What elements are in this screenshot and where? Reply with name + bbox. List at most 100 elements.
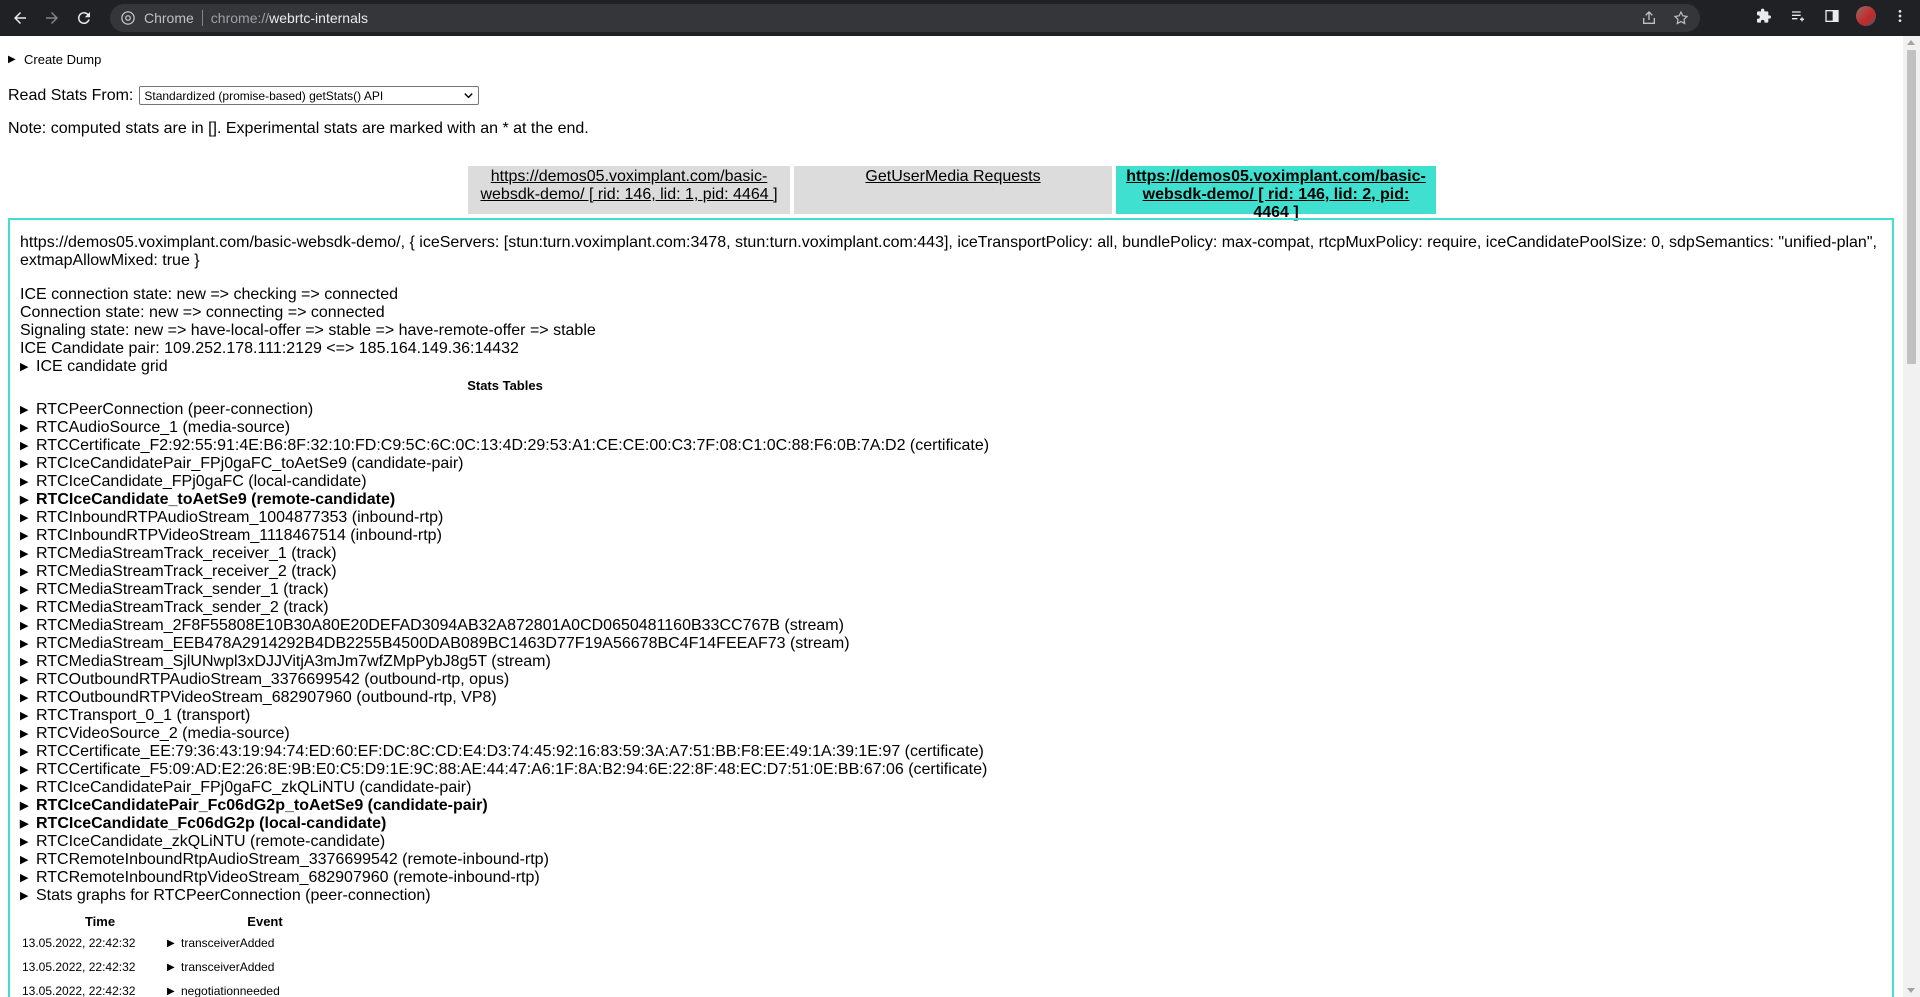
events-event-header: Event <box>247 913 283 929</box>
stats-table-toggle[interactable]: ▶ RTCIceCandidate_Fc06dG2p (local-candida… <box>20 815 1882 833</box>
read-stats-select[interactable]: Standardized (promise-based) getStats() … <box>139 86 480 105</box>
expand-triangle-icon: ▶ <box>20 476 29 488</box>
stats-table-toggle[interactable]: ▶ RTCRemoteInboundRtpAudioStream_33766995… <box>20 851 1882 869</box>
stats-table-toggle[interactable]: ▶ RTCMediaStreamTrack_sender_1 (track) <box>20 581 1882 599</box>
stats-table-label: RTCIceCandidatePair_FPj0gaFC_zkQLiNTU (c… <box>36 779 472 796</box>
stats-table-toggle[interactable]: ▶ RTCCertificate_F2:92:55:91:4E:B6:8F:32:… <box>20 437 1882 455</box>
expand-triangle-icon: ▶ <box>20 584 29 596</box>
expand-triangle-icon: ▶ <box>20 764 29 776</box>
stats-table-toggle[interactable]: ▶ RTCIceCandidatePair_FPj0gaFC_zkQLiNTU (… <box>20 779 1882 797</box>
tab-getusermedia-link[interactable]: GetUserMedia Requests <box>865 168 1040 185</box>
stats-table-label: RTCIceCandidatePair_Fc06dG2p_toAetSe9 (c… <box>36 797 488 814</box>
expand-triangle-icon: ▶ <box>20 602 29 614</box>
stats-table-label: RTCMediaStream_EEB478A2914292B4DB2255B45… <box>36 635 850 652</box>
expand-triangle-icon: ▶ <box>8 54 16 65</box>
stats-table-toggle[interactable]: ▶ RTCMediaStream_SjlUNwpl3xDJJVitjA3mJm7w… <box>20 653 1882 671</box>
stats-table-toggle[interactable]: ▶ RTCMediaStreamTrack_sender_2 (track) <box>20 599 1882 617</box>
stats-table-label: RTCInboundRTPVideoStream_1118467514 (inb… <box>36 527 442 544</box>
stats-table-toggle[interactable]: ▶ RTCInboundRTPAudioStream_1004877353 (in… <box>20 509 1882 527</box>
forward-arrow-icon[interactable] <box>40 6 64 30</box>
share-icon[interactable] <box>1640 9 1658 27</box>
stats-table-label: RTCIceCandidatePair_FPj0gaFC_toAetSe9 (c… <box>36 455 464 472</box>
stats-table-label: RTCOutboundRTPVideoStream_682907960 (out… <box>36 689 497 706</box>
event-row: 13.05.2022, 22:42:32 ▶ negotiationneeded <box>20 979 1882 997</box>
scroll-thumb[interactable] <box>1907 50 1916 364</box>
stats-table-label: RTCIceCandidate_Fc06dG2p (local-candidat… <box>36 815 387 832</box>
stats-table-toggle[interactable]: ▶ RTCMediaStreamTrack_receiver_1 (track) <box>20 545 1882 563</box>
stats-table-toggle[interactable]: ▶ Stats graphs for RTCPeerConnection (pee… <box>20 887 1882 905</box>
scheme-label: Chrome <box>144 10 194 26</box>
side-panel-icon[interactable] <box>1822 6 1842 26</box>
stats-table-label: RTCCertificate_EE:79:36:43:19:94:74:ED:6… <box>36 743 984 760</box>
stats-table-toggle[interactable]: ▶ RTCIceCandidate_zkQLiNTU (remote-candid… <box>20 833 1882 851</box>
tab-connection-2-link[interactable]: https://demos05.voximplant.com/basic-web… <box>1126 168 1426 221</box>
extensions-icon[interactable] <box>1754 6 1774 26</box>
stats-table-label: RTCOutboundRTPAudioStream_3376699542 (ou… <box>36 671 510 688</box>
page-scrollbar[interactable] <box>1903 36 1920 997</box>
stats-table-toggle[interactable]: ▶ RTCRemoteInboundRtpVideoStream_68290796… <box>20 869 1882 887</box>
event-details-toggle[interactable]: ▶ negotiationneeded <box>167 984 280 997</box>
event-details-toggle[interactable]: ▶ transceiverAdded <box>167 936 274 950</box>
bookmark-star-icon[interactable] <box>1672 9 1690 27</box>
expand-triangle-icon: ▶ <box>20 710 29 722</box>
menu-kebab-icon[interactable] <box>1890 6 1910 26</box>
stats-table-label: RTCCertificate_F5:09:AD:E2:26:8E:9B:E0:C… <box>36 761 988 778</box>
create-dump-toggle[interactable]: ▶ Create Dump <box>8 52 101 67</box>
stats-table-toggle[interactable]: ▶ RTCMediaStream_2F8F55808E10B30A80E20DEF… <box>20 617 1882 635</box>
event-time: 13.05.2022, 22:42:32 <box>22 960 136 974</box>
expand-triangle-icon: ▶ <box>20 361 29 373</box>
expand-triangle-icon: ▶ <box>20 548 29 560</box>
stats-table-toggle[interactable]: ▶ RTCPeerConnection (peer-connection) <box>20 401 1882 419</box>
stats-table-toggle[interactable]: ▶ RTCAudioSource_1 (media-source) <box>20 419 1882 437</box>
expand-triangle-icon: ▶ <box>20 530 29 542</box>
expand-triangle-icon: ▶ <box>167 937 175 949</box>
read-stats-selected-value: Standardized (promise-based) getStats() … <box>144 88 384 103</box>
expand-triangle-icon: ▶ <box>20 692 29 704</box>
expand-triangle-icon: ▶ <box>20 854 29 866</box>
tab-connection-1-link[interactable]: https://demos05.voximplant.com/basic-web… <box>480 168 777 203</box>
expand-triangle-icon: ▶ <box>20 566 29 578</box>
stats-table-toggle[interactable]: ▶ RTCIceCandidate_FPj0gaFC (local-candida… <box>20 473 1882 491</box>
stats-table-label: RTCIceCandidate_zkQLiNTU (remote-candida… <box>36 833 386 850</box>
stats-table-toggle[interactable]: ▶ RTCCertificate_F5:09:AD:E2:26:8E:9B:E0:… <box>20 761 1882 779</box>
page-content: ▶ Create Dump Read Stats From: Standardi… <box>0 36 1903 997</box>
tab-getusermedia[interactable]: GetUserMedia Requests <box>794 166 1112 214</box>
stats-table-toggle[interactable]: ▶ RTCInboundRTPVideoStream_1118467514 (in… <box>20 527 1882 545</box>
stats-table-toggle[interactable]: ▶ RTCIceCandidate_toAetSe9 (remote-candid… <box>20 491 1882 509</box>
stats-table-toggle[interactable]: ▶ RTCTransport_0_1 (transport) <box>20 707 1882 725</box>
scroll-up-arrow-icon[interactable] <box>1907 40 1915 45</box>
stats-table-label: RTCMediaStreamTrack_sender_2 (track) <box>36 599 329 616</box>
event-name: negotiationneeded <box>181 984 280 997</box>
expand-triangle-icon: ▶ <box>20 746 29 758</box>
stats-table-toggle[interactable]: ▶ RTCOutboundRTPVideoStream_682907960 (ou… <box>20 689 1882 707</box>
event-details-toggle[interactable]: ▶ transceiverAdded <box>167 960 274 974</box>
profile-avatar[interactable] <box>1856 6 1876 26</box>
stats-table-toggle[interactable]: ▶ RTCIceCandidatePair_Fc06dG2p_toAetSe9 (… <box>20 797 1882 815</box>
stats-table-toggle[interactable]: ▶ RTCOutboundRTPAudioStream_3376699542 (o… <box>20 671 1882 689</box>
stats-tables-list: ▶ RTCPeerConnection (peer-connection) ▶ RTC… <box>20 401 1882 905</box>
stats-tables-title: Stats Tables <box>467 378 543 393</box>
note-text: Note: computed stats are in []. Experime… <box>8 120 589 137</box>
tab-connection-1[interactable]: https://demos05.voximplant.com/basic-web… <box>468 166 790 214</box>
ice-candidate-grid-toggle[interactable]: ▶ ICE candidate grid <box>20 358 1882 376</box>
expand-triangle-icon: ▶ <box>20 872 29 884</box>
tab-connection-2[interactable]: https://demos05.voximplant.com/basic-web… <box>1116 166 1436 221</box>
back-arrow-icon[interactable] <box>8 6 32 30</box>
stats-table-label: RTCMediaStream_2F8F55808E10B30A80E20DEFA… <box>36 617 844 634</box>
stats-table-toggle[interactable]: ▶ RTCVideoSource_2 (media-source) <box>20 725 1882 743</box>
stats-table-toggle[interactable]: ▶ RTCMediaStreamTrack_receiver_2 (track) <box>20 563 1882 581</box>
reload-icon[interactable] <box>72 6 96 30</box>
stats-table-label: RTCMediaStreamTrack_sender_1 (track) <box>36 581 329 598</box>
events-time-header: Time <box>84 913 116 929</box>
reading-list-icon[interactable] <box>1788 6 1808 26</box>
stats-table-toggle[interactable]: ▶ RTCMediaStream_EEB478A2914292B4DB2255B4… <box>20 635 1882 653</box>
stats-table-toggle[interactable]: ▶ RTCCertificate_EE:79:36:43:19:94:74:ED:… <box>20 743 1882 761</box>
stats-table-toggle[interactable]: ▶ RTCIceCandidatePair_FPj0gaFC_toAetSe9 (… <box>20 455 1882 473</box>
stats-table-label: RTCInboundRTPAudioStream_1004877353 (inb… <box>36 509 444 526</box>
expand-triangle-icon: ▶ <box>20 422 29 434</box>
url-prefix: chrome:// <box>210 10 270 26</box>
read-stats-label: Read Stats From: <box>8 86 134 104</box>
scroll-down-arrow-icon[interactable] <box>1907 988 1915 993</box>
expand-triangle-icon: ▶ <box>20 728 29 740</box>
address-bar[interactable]: Chrome chrome:// webrtc-internals <box>110 4 1700 32</box>
